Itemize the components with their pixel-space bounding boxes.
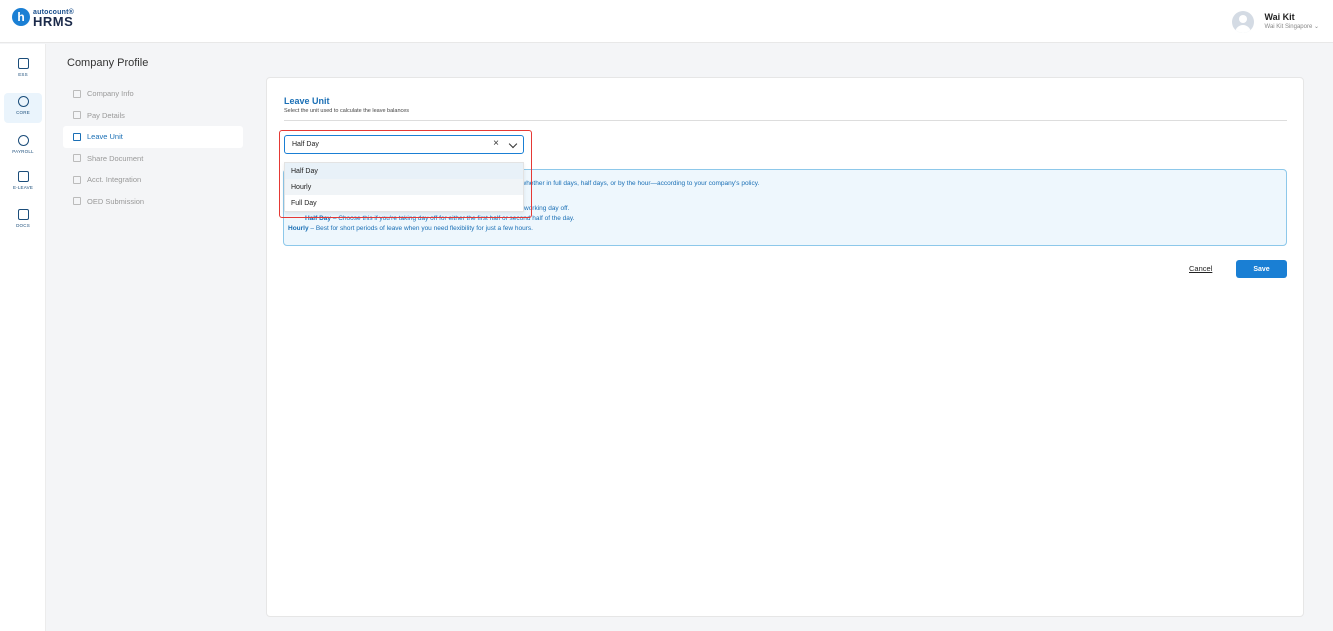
building-icon (73, 89, 81, 98)
nav-label: Pay Details (87, 110, 125, 120)
leave-unit-card: Leave Unit Select the unit used to calcu… (266, 77, 1304, 617)
nav-item-share-document[interactable]: Share Document (63, 148, 243, 170)
info-line-hourly: Hourly – Best for short periods of leave… (288, 225, 533, 232)
rail-item-payroll[interactable]: PAYROLL (4, 132, 42, 162)
rail-item-e-leave[interactable]: E-LEAVE (4, 168, 42, 198)
app-logo[interactable]: h autocount® HRMS (12, 8, 74, 29)
docs-icon (17, 209, 29, 220)
ess-icon (17, 58, 29, 69)
info-text: – Choose this if you're taking day off f… (331, 215, 575, 222)
option-full-day[interactable]: Full Day (285, 195, 523, 211)
nav-item-pay-details[interactable]: Pay Details (63, 105, 243, 127)
option-half-day[interactable]: Half Day (285, 163, 523, 179)
rail-item-core[interactable]: CORE (4, 93, 42, 123)
cancel-button[interactable]: Cancel (1189, 264, 1212, 273)
logo-mark: h (12, 8, 30, 26)
rail-label: DOCS (16, 223, 30, 228)
rail-label: ESS (18, 72, 28, 77)
pay-icon (73, 111, 81, 120)
info-text: – Best for short periods of leave when y… (308, 225, 533, 232)
save-button[interactable]: Save (1236, 260, 1287, 278)
page-title: Company Profile (67, 57, 149, 69)
top-bar: h autocount® HRMS Wai Kit Wai Kit Singap… (0, 0, 1333, 43)
option-hourly[interactable]: Hourly (285, 179, 523, 195)
info-label: Half Day (305, 215, 332, 222)
nav-label: Company Info (87, 89, 134, 99)
info-line-half-day: Half Day – Choose this if you're taking … (305, 215, 574, 222)
settings-nav: Company Info Pay Details Leave Unit Shar… (63, 83, 243, 212)
nav-item-leave-unit[interactable]: Leave Unit (63, 126, 243, 148)
select-value: Half Day (292, 141, 319, 148)
logo-product: HRMS (33, 14, 74, 29)
core-icon (17, 96, 29, 107)
document-icon (73, 154, 81, 163)
nav-label: Share Document (87, 153, 144, 163)
nav-item-acct-integration[interactable]: Acct. Integration (63, 169, 243, 191)
user-menu[interactable]: Wai Kit Wai Kit Singapore ⌄ (1231, 11, 1320, 33)
rail-label: E-LEAVE (12, 185, 34, 190)
module-rail: ESS CORE PAYROLL E-LEAVE DOCS (0, 44, 46, 631)
e-leave-icon (17, 171, 29, 182)
clear-icon[interactable]: × (491, 138, 501, 149)
info-label: Hourly (288, 225, 309, 232)
nav-item-company-info[interactable]: Company Info (63, 83, 243, 105)
info-line: —whether in full days, half days, or by … (515, 180, 760, 187)
user-company: Wai Kit Singapore ⌄ (1264, 24, 1320, 30)
nav-label: Acct. Integration (87, 175, 142, 185)
nav-item-oed-submission[interactable]: OED Submission (63, 191, 243, 213)
rail-item-docs[interactable]: DOCS (4, 206, 42, 236)
divider (284, 120, 1287, 121)
rail-item-ess[interactable]: ESS (4, 55, 42, 85)
calendar-icon (73, 132, 81, 141)
rail-label: CORE (16, 110, 30, 115)
nav-label: OED Submission (87, 196, 145, 206)
chevron-down-icon[interactable] (508, 139, 518, 149)
leave-unit-dropdown: Half Day Hourly Full Day (284, 162, 524, 212)
user-name: Wai Kit (1264, 12, 1295, 22)
submission-icon (73, 197, 81, 206)
section-subtitle: Select the unit used to calculate the le… (284, 108, 410, 114)
rail-label: PAYROLL (12, 149, 34, 154)
leave-unit-select[interactable]: Half Day × (284, 135, 524, 154)
section-title: Leave Unit (284, 96, 330, 106)
info-line: working day off. (524, 205, 570, 212)
integration-icon (73, 175, 81, 184)
nav-label: Leave Unit (87, 132, 123, 142)
payroll-icon (17, 135, 29, 146)
avatar (1231, 11, 1254, 33)
